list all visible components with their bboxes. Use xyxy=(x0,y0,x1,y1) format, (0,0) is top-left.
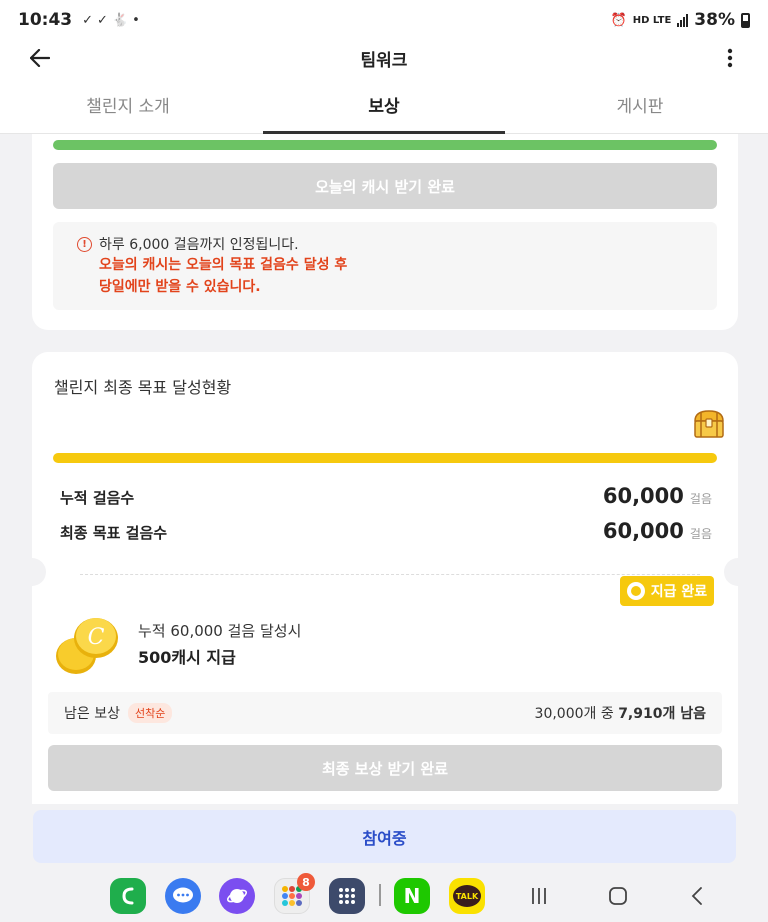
clock: 10:43 xyxy=(18,10,73,30)
internet-app-icon[interactable] xyxy=(219,878,255,914)
network-label: HD LTE xyxy=(632,14,672,26)
notification-badge: 8 xyxy=(297,873,315,891)
signal-icon xyxy=(677,13,689,27)
planet-icon xyxy=(226,889,248,903)
daily-reward-card: 오늘의 캐시 받기 완료 ! 하루 6,000 걸음까지 인정됩니다. 오늘의 … xyxy=(32,134,738,330)
phone-app-icon[interactable] xyxy=(110,878,146,914)
goal-steps-row: 최종 목표 걸음수 60,000 걸음 xyxy=(60,519,712,543)
steps-unit: 걸음 xyxy=(689,527,712,541)
kakaotalk-label: TALK xyxy=(453,885,481,907)
phone-icon xyxy=(122,887,134,905)
notification-icon-3: 🐇 xyxy=(111,12,129,28)
battery-icon xyxy=(741,12,750,28)
coins-icon: C xyxy=(56,618,118,674)
apps-grid-button[interactable] xyxy=(329,878,365,914)
cumulative-steps-value: 60,000 xyxy=(602,484,684,508)
ticket-notch xyxy=(724,558,752,586)
chevron-left-icon xyxy=(691,887,702,905)
more-options-button[interactable] xyxy=(718,44,742,72)
daily-cash-button[interactable]: 오늘의 캐시 받기 완료 xyxy=(53,163,717,209)
remaining-rewards-box: 남은 보상 선착순 30,000개 중 7,910개 남음 xyxy=(48,692,722,734)
remaining-total: 30,000개 중 xyxy=(534,706,619,722)
remaining-count: 30,000개 중 7,910개 남음 xyxy=(535,703,706,723)
home-icon xyxy=(609,887,627,905)
content-scroll[interactable]: 오늘의 캐시 받기 완료 ! 하루 6,000 걸음까지 인정됩니다. 오늘의 … xyxy=(16,134,754,804)
paid-badge: 지급 완료 xyxy=(620,576,714,606)
goal-steps-label: 최종 목표 걸음수 xyxy=(60,524,168,542)
reward-amount: 500캐시 지급 xyxy=(138,648,236,667)
chat-bubble-icon xyxy=(173,887,193,903)
final-goal-title: 챌린지 최종 목표 달성현황 xyxy=(54,378,232,397)
goal-steps-value: 60,000 xyxy=(602,519,684,543)
nav-back-button[interactable] xyxy=(682,882,712,910)
battery-percent: 38% xyxy=(694,10,735,30)
first-come-badge: 선착순 xyxy=(127,703,173,723)
recent-apps-button[interactable] xyxy=(524,882,554,910)
join-status-button[interactable]: 참여중 xyxy=(33,810,736,863)
daily-progress-bar xyxy=(53,140,717,150)
warning-text-2: 당일에만 받을 수 있습니다. xyxy=(99,279,261,295)
warning-text-1: 오늘의 캐시는 오늘의 목표 걸음수 달성 후 xyxy=(99,257,348,273)
more-vertical-icon xyxy=(727,48,733,68)
recent-apps-icon xyxy=(532,888,546,904)
kakaotalk-app-icon[interactable]: TALK xyxy=(449,878,485,914)
final-goal-card: 챌린지 최종 목표 달성현황 누적 걸음수 60,000 걸음 최종 목표 걸음… xyxy=(18,352,752,804)
notification-icons: ✓ ✓ 🐇 • xyxy=(82,13,140,28)
info-line: ! 하루 6,000 걸음까지 인정됩니다. xyxy=(77,234,717,254)
cumulative-steps-row: 누적 걸음수 60,000 걸음 xyxy=(60,484,712,508)
remaining-label: 남은 보상 xyxy=(64,706,120,722)
tab-bar: 챌린지 소개 보상 게시판 xyxy=(0,76,768,134)
tab-challenge-intro[interactable]: 챌린지 소개 xyxy=(0,76,256,133)
divider xyxy=(80,574,700,575)
reward-condition: 누적 60,000 걸음 달성시 xyxy=(138,622,302,640)
svg-text:C: C xyxy=(88,625,105,650)
status-right: ⏰ HD LTE 38% xyxy=(611,10,750,30)
dock-divider xyxy=(379,884,381,906)
home-button[interactable] xyxy=(603,882,633,910)
daily-info-box: ! 하루 6,000 걸음까지 인정됩니다. 오늘의 캐시는 오늘의 목표 걸음… xyxy=(53,222,717,310)
treasure-chest-icon xyxy=(694,410,724,438)
messages-app-icon[interactable] xyxy=(165,878,201,914)
cumulative-steps-label: 누적 걸음수 xyxy=(60,489,135,507)
notification-icon-4: • xyxy=(132,12,140,28)
alarm-icon: ⏰ xyxy=(610,12,627,28)
page-title: 팀워크 xyxy=(360,50,408,71)
warning-icon: ! xyxy=(77,236,92,252)
folder-app-icon[interactable]: 8 xyxy=(274,873,315,914)
status-bar: 10:43 ✓ ✓ 🐇 • ⏰ HD LTE 38% xyxy=(0,0,768,40)
naver-app-icon[interactable]: N xyxy=(394,878,430,914)
apps-grid-icon xyxy=(339,888,355,904)
steps-unit: 걸음 xyxy=(689,492,712,506)
info-text: 하루 6,000 걸음까지 인정됩니다. xyxy=(99,237,299,253)
remaining-value: 7,910개 남음 xyxy=(618,706,706,722)
back-button[interactable] xyxy=(26,44,54,72)
ticket-notch xyxy=(18,558,46,586)
final-reward-button[interactable]: 최종 보상 받기 완료 xyxy=(48,745,722,791)
goal-progress-bar xyxy=(53,453,717,463)
tab-rewards[interactable]: 보상 xyxy=(256,76,512,134)
app-header: 팀워크 xyxy=(0,40,768,76)
paid-badge-label: 지급 완료 xyxy=(650,584,708,600)
medal-icon xyxy=(626,582,645,600)
tab-board[interactable]: 게시판 xyxy=(512,76,768,133)
notification-icon-1: ✓ xyxy=(82,12,94,28)
notification-icon-2: ✓ xyxy=(97,12,108,28)
arrow-left-icon xyxy=(30,49,50,67)
